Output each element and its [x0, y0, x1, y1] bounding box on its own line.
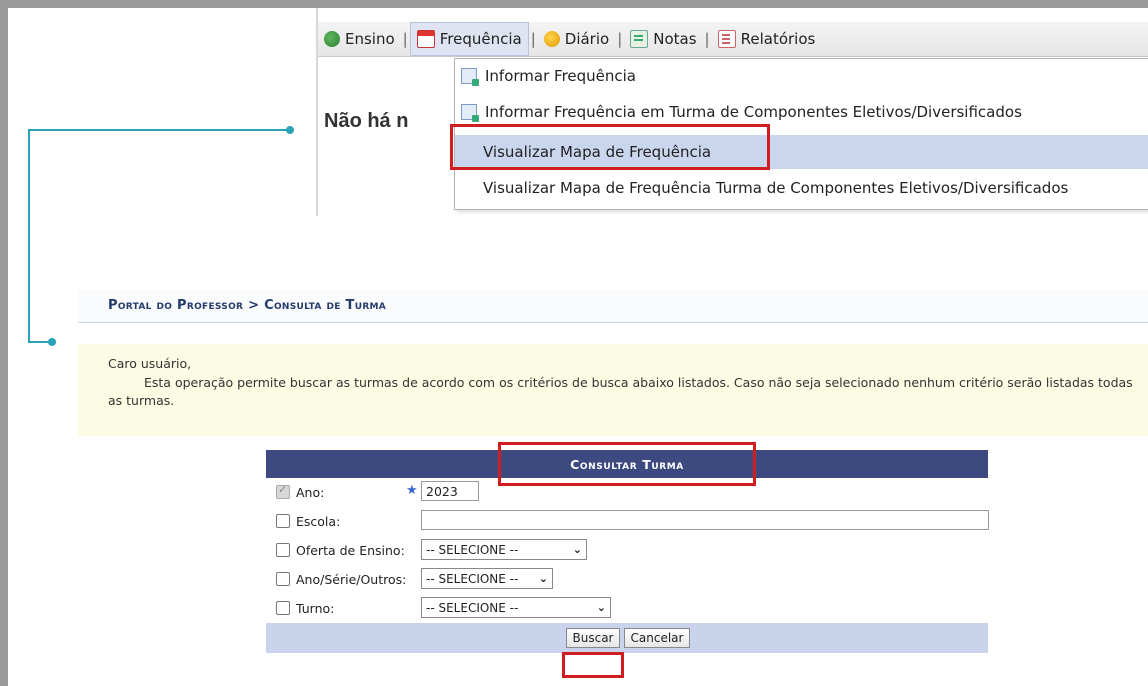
form-body: Ano: ★ 2023 Escola: Oferta de Ensino: --… [266, 478, 989, 623]
diary-icon [543, 31, 560, 47]
dropdown-item-label: Informar Frequência [485, 67, 637, 85]
graduation-cap-icon [324, 31, 340, 47]
escola-input[interactable] [421, 510, 989, 530]
turno-selected: -- SELECIONE -- [426, 600, 519, 615]
cancelar-button[interactable]: Cancelar [624, 628, 690, 648]
portal-page: Portal do Professor > Consulta de Turma … [78, 290, 1148, 686]
form-icon [461, 104, 479, 122]
chevron-down-icon: ⌄ [596, 601, 606, 614]
serie-label: Ano/Série/Outros: [296, 572, 407, 587]
breadcrumb-text: Portal do Professor > Consulta de Turma [108, 298, 387, 313]
calendar-icon [416, 30, 435, 48]
ano-input[interactable]: 2023 [421, 481, 479, 501]
menu-ensino[interactable]: Ensino [318, 22, 401, 56]
notice-greeting: Caro usuário, [108, 356, 192, 371]
menu-frequencia-label: Frequência [439, 30, 522, 48]
chevron-down-icon: ⌄ [572, 543, 582, 556]
menu-separator: | [617, 30, 623, 48]
form-footer: Buscar Cancelar [266, 623, 988, 653]
dropdown-item-label: Informar Frequência em Turma de Componen… [485, 103, 1022, 121]
field-row-serie: Ano/Série/Outros: -- SELECIONE -- ⌄ [266, 565, 988, 594]
connector-line [28, 129, 290, 131]
dropdown-item-label: Visualizar Mapa de Frequência Turma de C… [483, 179, 1069, 197]
main-menu-bar: Ensino | Frequência | Diário | Notas | R… [318, 22, 1148, 57]
escola-checkbox[interactable] [276, 514, 290, 528]
ano-checkbox[interactable] [276, 483, 290, 499]
menu-diario-label: Diário [564, 30, 610, 48]
required-star-icon: ★ [406, 483, 418, 498]
form-icon [461, 68, 479, 86]
menu-separator: | [402, 30, 408, 48]
menu-separator: | [704, 30, 710, 48]
highlight-box [562, 652, 624, 678]
menu-ensino-label: Ensino [345, 30, 395, 48]
serie-checkbox[interactable] [276, 572, 290, 586]
field-row-escola: Escola: [266, 507, 989, 536]
info-notice: Caro usuário, Esta operação permite busc… [78, 344, 1148, 436]
oferta-checkbox[interactable] [276, 543, 290, 557]
window-frame-top [0, 0, 1148, 8]
highlight-box [498, 442, 756, 486]
window-frame-left [0, 0, 8, 686]
breadcrumb: Portal do Professor > Consulta de Turma [78, 290, 1148, 323]
connector-dot [286, 126, 294, 134]
field-row-oferta: Oferta de Ensino: -- SELECIONE -- ⌄ [266, 536, 988, 565]
turno-label: Turno: [296, 601, 335, 616]
oferta-select[interactable]: -- SELECIONE -- ⌄ [421, 539, 587, 560]
notice-message: Esta operação permite buscar as turmas d… [108, 375, 1133, 408]
oferta-label: Oferta de Ensino: [296, 543, 405, 558]
field-row-turno: Turno: -- SELECIONE -- ⌄ [266, 594, 988, 623]
serie-selected: -- SELECIONE -- [426, 571, 519, 586]
report-icon [717, 30, 736, 48]
menu-notas-label: Notas [653, 30, 697, 48]
menu-diario[interactable]: Diário [538, 22, 615, 56]
dropdown-item-informar-frequencia[interactable]: Informar Frequência [455, 59, 1148, 93]
menu-relatorios[interactable]: Relatórios [712, 22, 822, 56]
connector-line [28, 129, 30, 343]
turno-select[interactable]: -- SELECIONE -- ⌄ [421, 597, 611, 618]
menu-separator: | [530, 30, 536, 48]
background-message: Não há n [324, 110, 409, 132]
oferta-selected: -- SELECIONE -- [426, 542, 519, 557]
turno-checkbox[interactable] [276, 601, 290, 615]
highlight-box [450, 124, 770, 170]
menu-frequencia[interactable]: Frequência [409, 22, 529, 56]
menu-notas[interactable]: Notas [624, 22, 702, 56]
menu-relatorios-label: Relatórios [740, 30, 816, 48]
chevron-down-icon: ⌄ [538, 572, 548, 585]
escola-label: Escola: [296, 514, 341, 529]
menu-screenshot: Ensino | Frequência | Diário | Notas | R… [318, 8, 1148, 216]
dropdown-item-visualizar-mapa-eletivos[interactable]: Visualizar Mapa de Frequência Turma de C… [455, 171, 1148, 205]
ano-label: Ano: [296, 485, 325, 500]
buscar-button[interactable]: Buscar [566, 628, 620, 648]
grades-icon [630, 30, 649, 48]
serie-select[interactable]: -- SELECIONE -- ⌄ [421, 568, 553, 589]
connector-dot [48, 338, 56, 346]
